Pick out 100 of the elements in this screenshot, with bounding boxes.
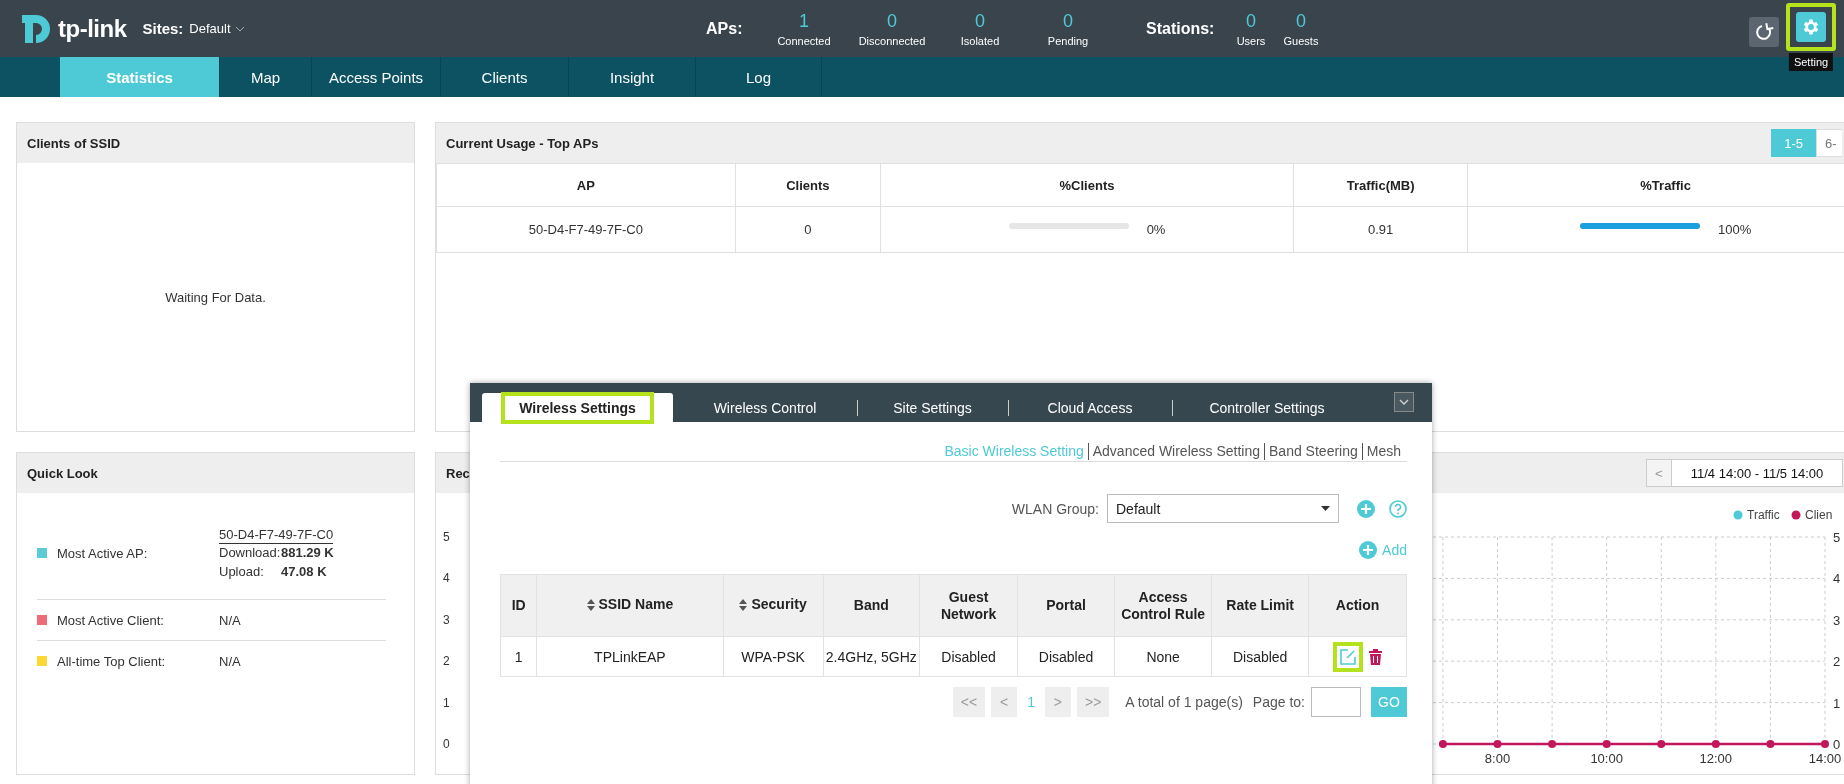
data-point: [1657, 740, 1666, 748]
axis-tick-label: 1: [1833, 695, 1841, 711]
data-point: [1438, 740, 1447, 748]
stat-label: Connected: [777, 34, 831, 47]
field-label: WLAN Group:: [1011, 500, 1099, 517]
column-header: %Clients: [880, 163, 1294, 207]
stat-value: 0: [975, 10, 985, 32]
stat-value: 881.29 K: [281, 545, 334, 560]
axis-tick-label: 4: [1833, 571, 1841, 587]
table-cell: Disabled: [919, 636, 1018, 677]
caret-icon: [1321, 506, 1330, 511]
axis-tick-label: 0: [1833, 737, 1841, 752]
axis-tick-label: 3: [443, 612, 450, 627]
nav-tab[interactable]: Insight: [569, 57, 696, 97]
sort-icon[interactable]: [586, 598, 595, 611]
nav-tab[interactable]: Map: [220, 57, 312, 97]
data-point: [1493, 740, 1502, 748]
table-cell: Disabled: [1211, 636, 1309, 677]
dialog-tab[interactable]: Site Settings: [857, 393, 1008, 422]
axis-tick-label: 0: [443, 737, 450, 751]
axis-tick-label: 10:00: [1590, 751, 1623, 766]
table-cell: 50-D4-F7-49-7F-C0: [436, 206, 736, 253]
page-tab[interactable]: 6-: [1816, 129, 1842, 157]
data-point: [1602, 740, 1611, 748]
sub-tab[interactable]: Mesh: [1361, 443, 1405, 460]
settings-icon: [1801, 17, 1821, 37]
caret-icon: [234, 25, 245, 32]
stat-value: 0: [1063, 10, 1073, 32]
axis-tick-label: 5: [443, 530, 450, 544]
stat-value: 0: [1296, 10, 1306, 32]
table-cell: TPLinkEAP: [536, 636, 723, 677]
percent-value: 0%: [1146, 222, 1166, 237]
aps-label: APs:: [706, 19, 744, 38]
delete-button[interactable]: [1369, 648, 1383, 665]
column-header: %Traffic: [1467, 163, 1844, 207]
tooltip: Setting: [1788, 53, 1834, 71]
stat-label: Isolated: [960, 34, 1000, 47]
empty-message: Waiting For Data.: [165, 289, 266, 305]
column-header: Action: [1335, 597, 1380, 613]
date-range-field[interactable]: 11/4 14:00 - 11/5 14:00: [1672, 459, 1843, 487]
nav-tab[interactable]: Clients: [441, 57, 569, 97]
column-header: Guest Network: [940, 588, 997, 622]
stat-label: Users: [1236, 34, 1266, 47]
page-input-field[interactable]: [1311, 687, 1361, 717]
sub-tab[interactable]: Advanced Wireless Setting: [1087, 443, 1265, 460]
stat-label: Pending: [1047, 34, 1089, 47]
data-point: [1548, 740, 1557, 748]
trash-icon: [1369, 648, 1383, 665]
stat-value: 1: [799, 10, 809, 32]
collapse-button[interactable]: [1394, 392, 1414, 412]
wlan-group-select[interactable]: Default: [1107, 494, 1339, 523]
site-dropdown[interactable]: Default: [189, 21, 245, 36]
data-point: [1821, 740, 1829, 748]
percent-value: 100%: [1717, 222, 1752, 237]
logo-icon: [20, 12, 52, 45]
data-point: [1711, 740, 1720, 748]
legend-dot: [1791, 510, 1801, 520]
settings-button[interactable]: [1786, 3, 1836, 51]
axis-tick-label: 1: [443, 695, 450, 710]
item-label: All-time Top Client:: [57, 653, 166, 669]
legend-label: Traffic: [1747, 508, 1780, 522]
legend-dot: [1733, 510, 1743, 520]
stat-value: 47.08 K: [281, 564, 328, 579]
refresh-button[interactable]: [1749, 16, 1779, 47]
axis-tick-label: 12:00: [1699, 751, 1733, 766]
panel-title: Current Usage - Top APs: [446, 135, 599, 151]
table-cell: 2.4GHz, 5GHz: [823, 636, 920, 677]
axis-tick-label: 2: [443, 654, 450, 669]
table-cell: 0: [735, 206, 881, 253]
sort-icon[interactable]: [739, 598, 748, 611]
add-icon: [1359, 541, 1378, 559]
dialog-tab[interactable]: Cloud Access: [1008, 393, 1172, 422]
axis-tick-label: 8:00: [1484, 751, 1511, 766]
sub-tab[interactable]: Band Steering: [1264, 443, 1362, 460]
panel-title: Quick Look: [27, 465, 98, 481]
column-header: SSID Name: [598, 596, 674, 614]
field-label: Page to:: [1252, 694, 1305, 710]
dialog-tab[interactable]: Wireless Settings: [482, 393, 673, 422]
axis-tick-label: 3: [1833, 612, 1841, 628]
table-cell: Disabled: [1017, 636, 1115, 677]
nav-tab[interactable]: Log: [696, 57, 822, 97]
nav-tab[interactable]: Access Points: [312, 57, 441, 97]
stat-value: 0: [887, 10, 897, 32]
table-cell: 0.91: [1293, 206, 1468, 253]
dialog-tab[interactable]: Controller Settings: [1172, 393, 1362, 422]
stat-label: Download:: [219, 545, 281, 560]
column-header: Band: [853, 597, 889, 613]
stat-label: Upload:: [219, 564, 265, 579]
column-header: AP: [436, 163, 736, 207]
dialog-tab[interactable]: Wireless Control: [673, 393, 857, 422]
item-value: N/A: [219, 612, 241, 628]
sites-label: Sites:: [142, 20, 184, 37]
axis-tick-label: 14:00: [1808, 751, 1842, 766]
item-label: Most Active AP:: [57, 545, 148, 561]
panel-title: Clients of SSID: [27, 135, 121, 151]
column-header: Portal: [1046, 597, 1086, 613]
ap-link[interactable]: 50-D4-F7-49-7F-C0: [219, 527, 334, 544]
item-label: Most Active Client:: [57, 612, 164, 628]
axis-tick-label: 5: [1833, 530, 1841, 545]
stat-label: Guests: [1283, 34, 1319, 47]
